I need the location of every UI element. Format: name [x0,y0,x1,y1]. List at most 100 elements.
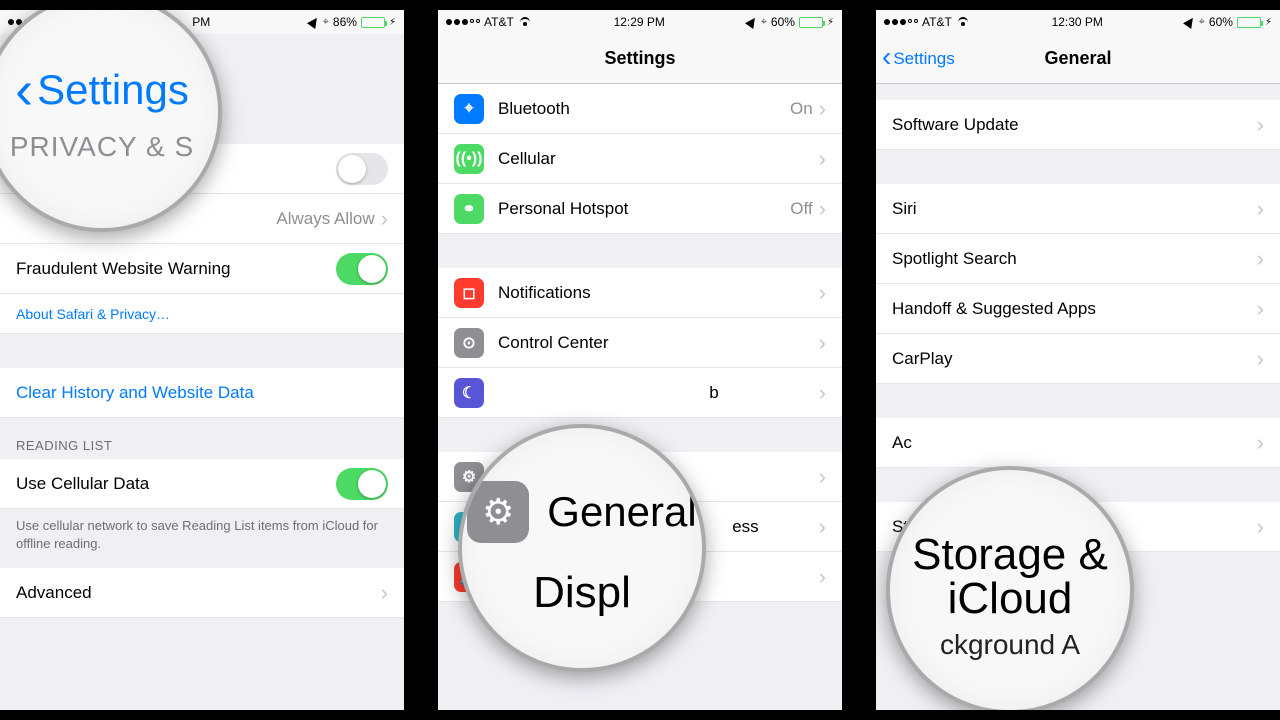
status-bar: AT&T 12:30 PM ⌖ 60% ⚡︎ [876,10,1280,34]
chevron-right-icon: › [1257,246,1264,272]
reading-list-header: READING LIST [0,418,404,459]
row-label: Control Center [498,333,819,353]
chevron-right-icon: › [819,464,826,490]
personal-hotspot-row[interactable]: ⚭ Personal Hotspot Off › [438,184,842,234]
cellular-icon: ((•)) [454,144,484,174]
row-label: Notifications [498,283,819,303]
chevron-right-icon: › [819,330,826,356]
signal-dots-icon [446,19,480,25]
status-time: 12:30 PM [1052,15,1103,29]
chevron-left-icon: ‹ [882,43,891,71]
chevron-right-icon: › [1257,112,1264,138]
row-label: Siri [892,199,1257,219]
bluetooth-icon: ⌖ [1199,16,1205,29]
row-label: Bluetooth [498,99,790,119]
back-button[interactable]: ‹ Settings [882,47,955,71]
row-label: General [547,491,696,533]
panel-middle: AT&T 12:29 PM ⌖ 60% ⚡︎ Settings ⌖ Blueto… [438,10,842,710]
navbar: ‹ Settings General [876,34,1280,84]
chevron-right-icon: › [819,146,826,172]
row-label: Fraudulent Website Warning [16,259,336,279]
accessibility-row[interactable]: Ac › [876,418,1280,468]
nav-title: General [1044,48,1111,69]
back-button[interactable]: ‹ Settings [0,63,218,117]
notifications-row[interactable]: ◻︎ Notifications › [438,268,842,318]
wifi-icon [518,17,532,27]
siri-row[interactable]: Siri › [876,184,1280,234]
notifications-icon: ◻︎ [454,278,484,308]
about-safari-privacy-link[interactable]: About Safari & Privacy… [0,294,404,334]
row-label: Use Cellular Data [16,474,336,494]
privacy-header-partial: PRIVACY & S [0,133,218,161]
row-label: CarPlay [892,349,1257,369]
chevron-right-icon: › [819,96,826,122]
location-icon [307,15,321,29]
chevron-right-icon: › [1257,196,1264,222]
row-label: Cellular [498,149,819,169]
bluetooth-icon: ⌖ [454,94,484,124]
fraud-warning-row[interactable]: Fraudulent Website Warning [0,244,404,294]
gear-icon: ⚙ [467,481,529,543]
control-center-icon: ⊙ [454,328,484,358]
toggle-switch[interactable] [336,468,388,500]
chevron-right-icon: › [819,196,826,222]
navbar: Settings [438,34,842,84]
battery-pct: 86% [333,15,357,29]
charging-icon: ⚡︎ [1265,17,1272,28]
battery-pct: 60% [771,15,795,29]
chevron-right-icon: › [381,206,388,232]
bluetooth-row[interactable]: ⌖ Bluetooth On › [438,84,842,134]
carrier-label: AT&T [922,15,952,29]
back-label: Settings [893,49,954,69]
moon-icon: ☾ [454,378,484,408]
row-label: Personal Hotspot [498,199,790,219]
magnifier-general: ⚙ General Displ [458,424,706,672]
row-value: Always Allow [276,209,374,229]
chevron-right-icon: › [1257,514,1264,540]
row-value: On [790,99,813,119]
row-value: Off [790,199,812,219]
back-label: Settings [37,69,189,111]
storage-icloud-label[interactable]: Storage & iCloud [896,533,1124,621]
row-label-partial: b [498,383,819,403]
battery-icon [799,17,823,28]
clear-history-button[interactable]: Clear History and Website Data [0,368,404,418]
advanced-row[interactable]: Advanced › [0,568,404,618]
charging-icon: ⚡︎ [827,17,834,28]
cellular-row[interactable]: ((•)) Cellular › [438,134,842,184]
wifi-icon [956,17,970,27]
carplay-row[interactable]: CarPlay › [876,334,1280,384]
button-label: Clear History and Website Data [16,383,388,403]
general-row-magnified[interactable]: ⚙ General [462,481,702,543]
location-icon [745,15,759,29]
battery-icon [1237,17,1261,28]
software-update-row[interactable]: Software Update › [876,100,1280,150]
toggle-switch[interactable] [336,153,388,185]
do-not-disturb-row[interactable]: ☾ b › [438,368,842,418]
chevron-right-icon: › [1257,346,1264,372]
toggle-switch[interactable] [336,253,388,285]
row-label-partial: Ac [892,433,1257,453]
chevron-right-icon: › [819,514,826,540]
panel-left: AT&T PM ⌖ 86% ⚡︎ Always Allow › [0,10,404,710]
spotlight-search-row[interactable]: Spotlight Search › [876,234,1280,284]
row-label: Handoff & Suggested Apps [892,299,1257,319]
nav-title: Settings [604,48,675,69]
row-label: Advanced [16,583,381,603]
chevron-right-icon: › [819,280,826,306]
bluetooth-icon: ⌖ [323,16,329,29]
battery-icon [361,17,385,28]
chevron-left-icon: ‹ [15,63,33,117]
chevron-right-icon: › [1257,430,1264,456]
handoff-row[interactable]: Handoff & Suggested Apps › [876,284,1280,334]
use-cellular-data-row[interactable]: Use Cellular Data [0,459,404,509]
status-bar: AT&T 12:29 PM ⌖ 60% ⚡︎ [438,10,842,34]
hotspot-icon: ⚭ [454,194,484,224]
row-label: Spotlight Search [892,249,1257,269]
control-center-row[interactable]: ⊙ Control Center › [438,318,842,368]
display-label-partial: Displ [462,571,702,615]
chevron-right-icon: › [381,580,388,606]
chevron-right-icon: › [819,380,826,406]
battery-pct: 60% [1209,15,1233,29]
background-app-partial: ckground A [896,631,1124,659]
